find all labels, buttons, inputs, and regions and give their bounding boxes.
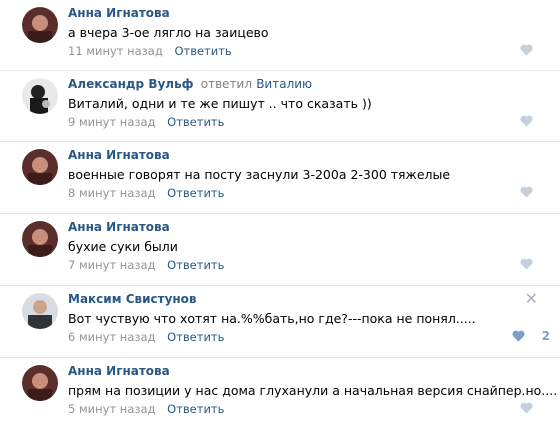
comment-meta: 11 минут назад Ответить: [68, 44, 232, 58]
heart-icon: [520, 44, 533, 56]
reply-button[interactable]: Ответить: [167, 258, 224, 272]
comment-time[interactable]: 6 минут назад: [68, 330, 155, 344]
like-button[interactable]: [520, 186, 534, 200]
like-button[interactable]: [520, 115, 534, 129]
comment-item: Анна Игнатова а вчера 3-ое лягло на заиц…: [0, 0, 560, 71]
comment-time[interactable]: 11 минут назад: [68, 44, 163, 58]
heart-icon: [520, 186, 533, 198]
comment-meta: 9 минут назад Ответить: [68, 115, 224, 129]
avatar[interactable]: [22, 221, 58, 257]
comment-time[interactable]: 7 минут назад: [68, 258, 155, 272]
comment-text: а вчера 3-ое лягло на заицево: [68, 25, 269, 40]
like-button[interactable]: [520, 258, 534, 272]
reply-to-prefix: ответил: [200, 77, 253, 91]
comment-author: Александр Вульф ответил Виталию: [68, 77, 312, 91]
like-count[interactable]: 2: [542, 329, 550, 343]
avatar[interactable]: [22, 365, 58, 401]
comment-author-name[interactable]: Александр Вульф: [68, 77, 194, 91]
comment-meta: 8 минут назад Ответить: [68, 186, 224, 200]
comments-list: Анна Игнатова а вчера 3-ое лягло на заиц…: [0, 0, 560, 430]
comment-meta: 6 минут назад Ответить: [68, 330, 224, 344]
reply-button[interactable]: Ответить: [167, 186, 224, 200]
reply-button[interactable]: Ответить: [167, 402, 224, 416]
reply-button[interactable]: Ответить: [167, 115, 224, 129]
reply-button[interactable]: Ответить: [167, 330, 224, 344]
comment-item: Александр Вульф ответил Виталию Виталий,…: [0, 71, 560, 142]
like-button[interactable]: [512, 330, 526, 344]
avatar[interactable]: [22, 7, 58, 43]
comment-author[interactable]: Анна Игнатова: [68, 6, 170, 20]
comment-item: Анна Игнатова бухие суки были 7 минут на…: [0, 214, 560, 286]
comment-item: Максим Свистунов ✕ Вот чуствую что хотят…: [0, 286, 560, 358]
comment-text: Вот чуствую что хотят на.%%бать,но где?-…: [68, 311, 476, 326]
comment-time[interactable]: 9 минут назад: [68, 115, 155, 129]
comment-item: Анна Игнатова военные говорят на посту з…: [0, 142, 560, 214]
avatar[interactable]: [22, 149, 58, 185]
reply-to-name[interactable]: Виталию: [256, 77, 312, 91]
heart-icon: [512, 330, 525, 342]
close-icon[interactable]: ✕: [525, 291, 538, 307]
like-button[interactable]: [520, 402, 534, 416]
comment-meta: 7 минут назад Ответить: [68, 258, 224, 272]
avatar[interactable]: [22, 293, 58, 329]
heart-icon: [520, 402, 533, 414]
like-button[interactable]: [520, 44, 534, 58]
comment-text: прям на позиции у нас дома глуханули а н…: [68, 383, 558, 398]
reply-button[interactable]: Ответить: [174, 44, 231, 58]
comment-author[interactable]: Анна Игнатова: [68, 148, 170, 162]
comment-text: бухие суки были: [68, 239, 178, 254]
comment-item: Анна Игнатова прям на позиции у нас дома…: [0, 358, 560, 430]
comment-author[interactable]: Максим Свистунов: [68, 292, 197, 306]
comment-author[interactable]: Анна Игнатова: [68, 364, 170, 378]
comment-author[interactable]: Анна Игнатова: [68, 220, 170, 234]
heart-icon: [520, 258, 533, 270]
comment-meta: 5 минут назад Ответить: [68, 402, 224, 416]
comment-time[interactable]: 5 минут назад: [68, 402, 155, 416]
comment-text: Виталий, одни и те же пишут .. что сказа…: [68, 96, 372, 111]
comment-time[interactable]: 8 минут назад: [68, 186, 155, 200]
avatar[interactable]: [22, 78, 58, 114]
heart-icon: [520, 115, 533, 127]
comment-text: военные говорят на посту заснули 3-200а …: [68, 167, 451, 182]
